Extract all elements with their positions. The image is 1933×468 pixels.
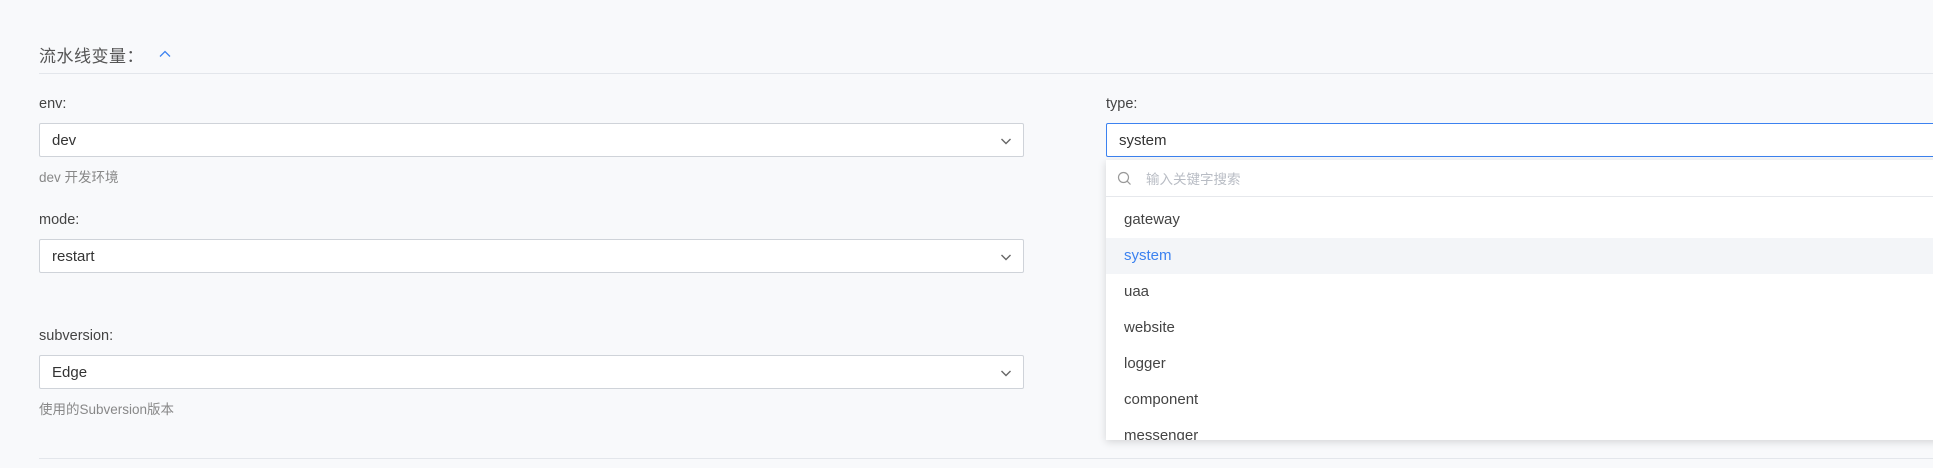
dropdown-search-input[interactable] (1144, 164, 1928, 194)
dropdown-option-component[interactable]: component (1106, 382, 1933, 418)
env-select-value: dev (52, 131, 77, 149)
chevron-down-icon (999, 134, 1013, 148)
mode-select[interactable]: restart (39, 239, 1024, 273)
section-title: 流水线变量： (39, 46, 144, 66)
type-select[interactable]: system (1106, 123, 1933, 157)
env-hint: dev 开发环境 (39, 170, 119, 185)
section-header: 流水线变量： (39, 42, 172, 66)
type-label: type: (1106, 96, 1138, 112)
chevron-down-icon (999, 366, 1013, 380)
dropdown-option-gateway[interactable]: gateway (1106, 202, 1933, 238)
search-icon (1117, 171, 1132, 186)
subversion-label: subversion: (39, 328, 114, 344)
chevron-up-icon[interactable] (158, 47, 172, 61)
subversion-hint: 使用的Subversion版本 (39, 402, 175, 417)
dropdown-option-logger[interactable]: logger (1106, 346, 1933, 382)
dropdown-option-messenger[interactable]: messenger (1106, 418, 1933, 440)
type-select-value: system (1119, 131, 1167, 149)
mode-select-value: restart (52, 247, 95, 265)
dropdown-search (1106, 160, 1933, 197)
env-select[interactable]: dev (39, 123, 1024, 157)
subversion-select[interactable]: Edge (39, 355, 1024, 389)
dropdown-options-list: gateway system uaa website logger component me… (1106, 202, 1933, 440)
chevron-down-icon (999, 250, 1013, 264)
env-label: env: (39, 96, 67, 112)
section-divider-bottom (39, 458, 1933, 459)
type-dropdown: gatewaysystemuaawebsiteloggercomponentme… (1106, 160, 1933, 440)
dropdown-option-system[interactable]: system (1106, 238, 1933, 274)
dropdown-option-uaa[interactable]: uaa (1106, 274, 1933, 310)
subversion-select-value: Edge (52, 363, 88, 381)
dropdown-option-website[interactable]: website (1106, 310, 1933, 346)
mode-label: mode: (39, 212, 80, 228)
section-divider-top (39, 73, 1933, 74)
